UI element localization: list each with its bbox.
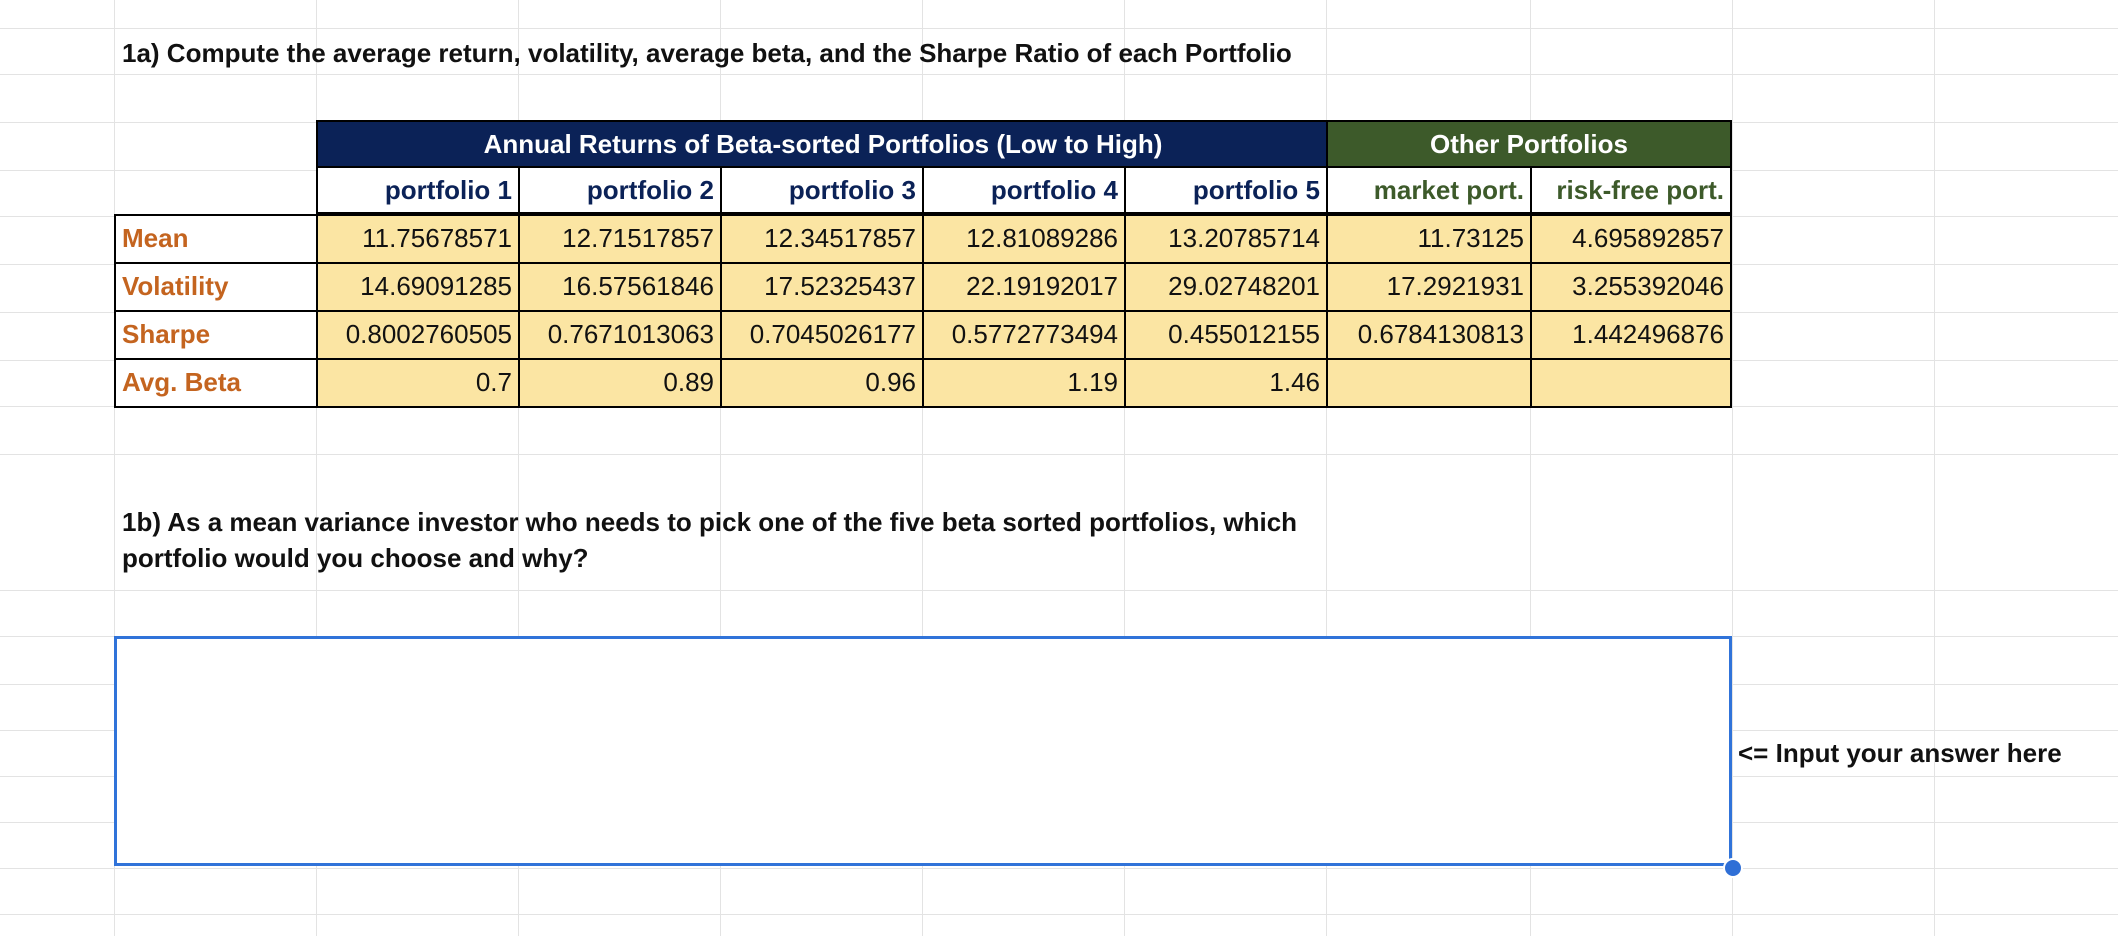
- cell-mean-portfolio-3[interactable]: 12.34517857: [720, 214, 924, 264]
- row-label-avg-beta[interactable]: Avg. Beta: [114, 358, 318, 408]
- cell-sharpe-portfolio-1[interactable]: 0.8002760505: [316, 310, 520, 360]
- cell-volatility-portfolio-3[interactable]: 17.52325437: [720, 262, 924, 312]
- cell-mean-portfolio-1[interactable]: 11.75678571: [316, 214, 520, 264]
- answer-input-cell[interactable]: [114, 636, 1732, 866]
- cell-beta-market[interactable]: [1326, 358, 1532, 408]
- cell-volatility-portfolio-1[interactable]: 14.69091285: [316, 262, 520, 312]
- cell-mean-market[interactable]: 11.73125: [1326, 214, 1532, 264]
- question-1a-heading: 1a) Compute the average return, volatili…: [122, 35, 1292, 71]
- row-label-mean[interactable]: Mean: [114, 214, 318, 264]
- cell-mean-portfolio-5[interactable]: 13.20785714: [1124, 214, 1328, 264]
- other-portfolios-band-header[interactable]: Other Portfolios: [1326, 120, 1732, 168]
- cell-mean-portfolio-4[interactable]: 12.81089286: [922, 214, 1126, 264]
- column-header-portfolio-1[interactable]: portfolio 1: [316, 166, 520, 214]
- cell-sharpe-risk-free[interactable]: 1.442496876: [1530, 310, 1732, 360]
- row-label-volatility[interactable]: Volatility: [114, 262, 318, 312]
- column-header-market-port[interactable]: market port.: [1326, 166, 1532, 214]
- column-header-portfolio-4[interactable]: portfolio 4: [922, 166, 1126, 214]
- cell-mean-portfolio-2[interactable]: 12.71517857: [518, 214, 722, 264]
- cell-volatility-portfolio-5[interactable]: 29.02748201: [1124, 262, 1328, 312]
- column-header-portfolio-2[interactable]: portfolio 2: [518, 166, 722, 214]
- cell-beta-portfolio-3[interactable]: 0.96: [720, 358, 924, 408]
- cell-volatility-risk-free[interactable]: 3.255392046: [1530, 262, 1732, 312]
- cell-beta-risk-free[interactable]: [1530, 358, 1732, 408]
- cell-sharpe-portfolio-3[interactable]: 0.7045026177: [720, 310, 924, 360]
- question-1b-heading: 1b) As a mean variance investor who need…: [122, 504, 1322, 576]
- column-header-portfolio-3[interactable]: portfolio 3: [720, 166, 924, 214]
- cell-volatility-portfolio-2[interactable]: 16.57561846: [518, 262, 722, 312]
- answer-hint-label: <= Input your answer here: [1738, 735, 2062, 771]
- cell-volatility-market[interactable]: 17.2921931: [1326, 262, 1532, 312]
- cell-sharpe-portfolio-2[interactable]: 0.7671013063: [518, 310, 722, 360]
- cell-beta-portfolio-2[interactable]: 0.89: [518, 358, 722, 408]
- cell-mean-risk-free[interactable]: 4.695892857: [1530, 214, 1732, 264]
- cell-volatility-portfolio-4[interactable]: 22.19192017: [922, 262, 1126, 312]
- cell-beta-portfolio-4[interactable]: 1.19: [922, 358, 1126, 408]
- column-header-portfolio-5[interactable]: portfolio 5: [1124, 166, 1328, 214]
- column-header-risk-free-port[interactable]: risk-free port.: [1530, 166, 1732, 214]
- cell-sharpe-market[interactable]: 0.6784130813: [1326, 310, 1532, 360]
- beta-portfolios-band-header[interactable]: Annual Returns of Beta-sorted Portfolios…: [316, 120, 1330, 168]
- selection-fill-handle[interactable]: [1723, 858, 1743, 878]
- cell-sharpe-portfolio-5[interactable]: 0.455012155: [1124, 310, 1328, 360]
- cell-beta-portfolio-1[interactable]: 0.7: [316, 358, 520, 408]
- cell-sharpe-portfolio-4[interactable]: 0.5772773494: [922, 310, 1126, 360]
- row-label-sharpe[interactable]: Sharpe: [114, 310, 318, 360]
- cell-beta-portfolio-5[interactable]: 1.46: [1124, 358, 1328, 408]
